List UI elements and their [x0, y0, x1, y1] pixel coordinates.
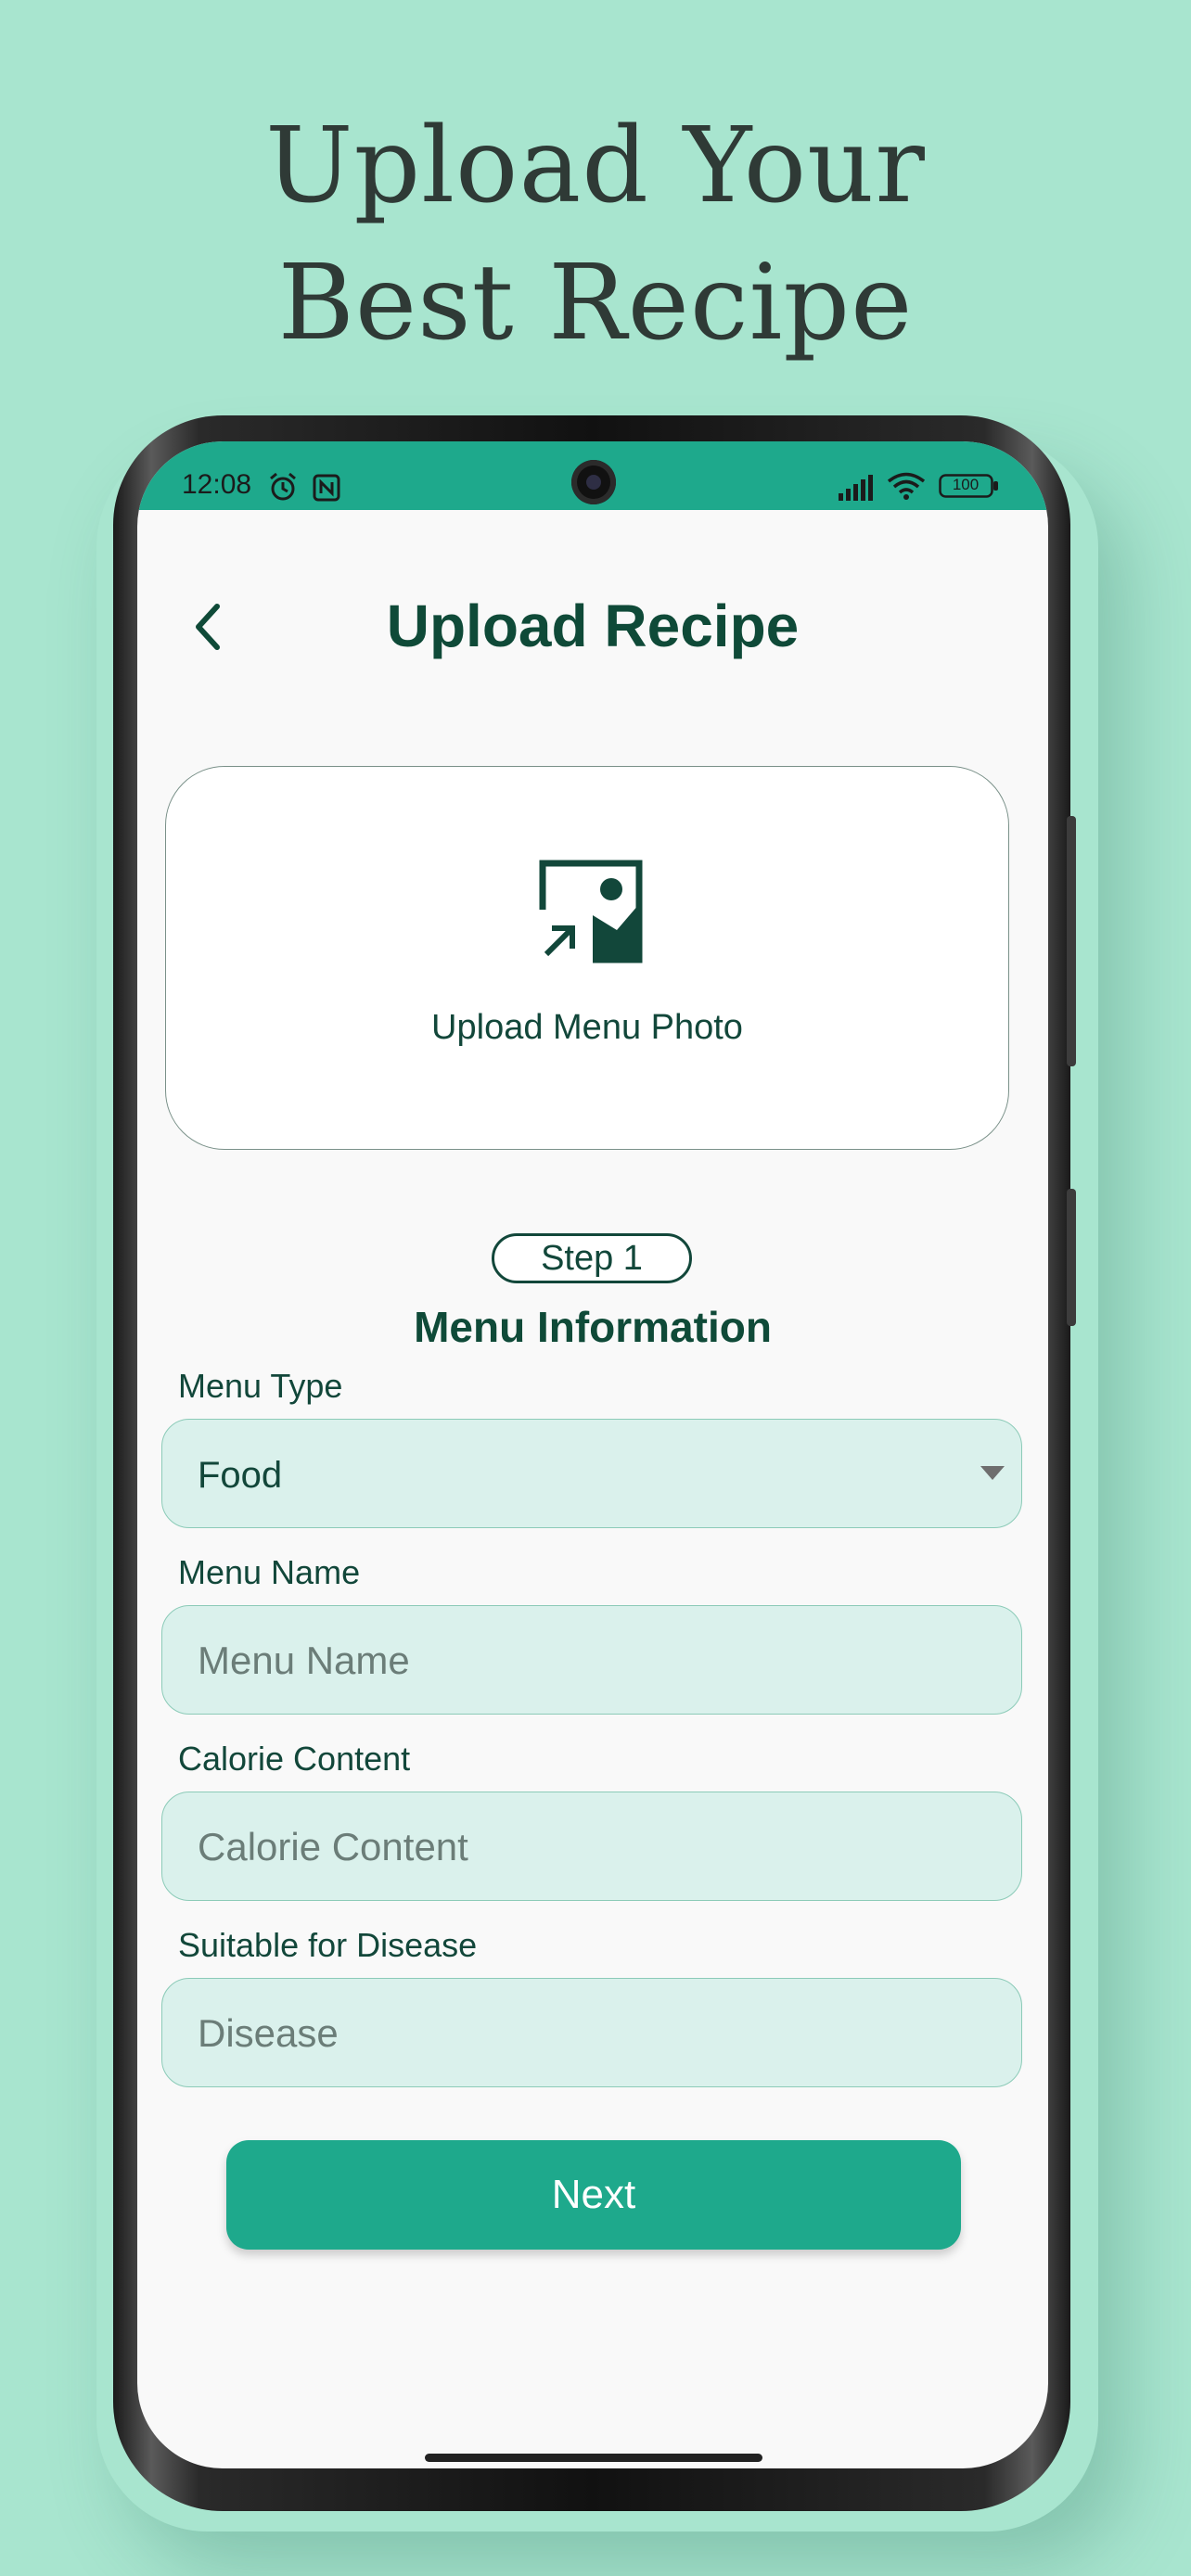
disease-field — [161, 1978, 1022, 2088]
upload-photo-label: Upload Menu Photo — [431, 1008, 743, 1047]
step-badge: Step 1 — [492, 1233, 692, 1283]
calorie-content-field — [161, 1792, 1022, 1902]
phone-side-button-upper — [1067, 816, 1076, 1066]
phone-screen: 12:08 100 Upload Recipe Upload Menu Phot… — [137, 441, 1048, 2468]
menu-name-input[interactable] — [196, 1606, 979, 1715]
nfc-icon — [312, 473, 341, 507]
battery-level: 100 — [952, 476, 980, 493]
menu-name-field — [161, 1605, 1022, 1715]
alarm-icon — [267, 471, 299, 507]
menu-name-label: Menu Name — [178, 1553, 361, 1591]
headline-line-1: Upload Your — [265, 106, 926, 226]
marketing-headline: Upload Your Best Recipe — [0, 97, 1191, 372]
menu-type-value: Food — [198, 1455, 283, 1496]
front-camera — [571, 460, 616, 504]
disease-input[interactable] — [196, 1979, 979, 2088]
status-time: 12:08 — [182, 469, 252, 500]
page-title: Upload Recipe — [386, 593, 800, 659]
calorie-content-input[interactable] — [196, 1792, 979, 1902]
section-title: Menu Information — [414, 1303, 772, 1351]
menu-type-label: Menu Type — [178, 1367, 343, 1405]
signal-icon — [837, 475, 879, 505]
headline-line-2: Best Recipe — [277, 243, 914, 363]
status-bar: 12:08 100 — [137, 441, 1048, 510]
home-indicator[interactable] — [425, 2454, 762, 2462]
upload-photo-area[interactable]: Upload Menu Photo — [165, 766, 1009, 1150]
menu-type-select[interactable]: Food — [161, 1419, 1022, 1528]
battery-icon: 100 — [939, 474, 1000, 503]
dropdown-arrow-icon — [980, 1466, 1005, 1480]
wifi-icon — [887, 471, 926, 505]
phone-side-button-lower — [1067, 1189, 1076, 1326]
image-upload-icon — [537, 858, 645, 970]
calorie-content-label: Calorie Content — [178, 1740, 411, 1778]
next-button[interactable]: Next — [226, 2140, 961, 2250]
disease-label: Suitable for Disease — [178, 1926, 478, 1964]
